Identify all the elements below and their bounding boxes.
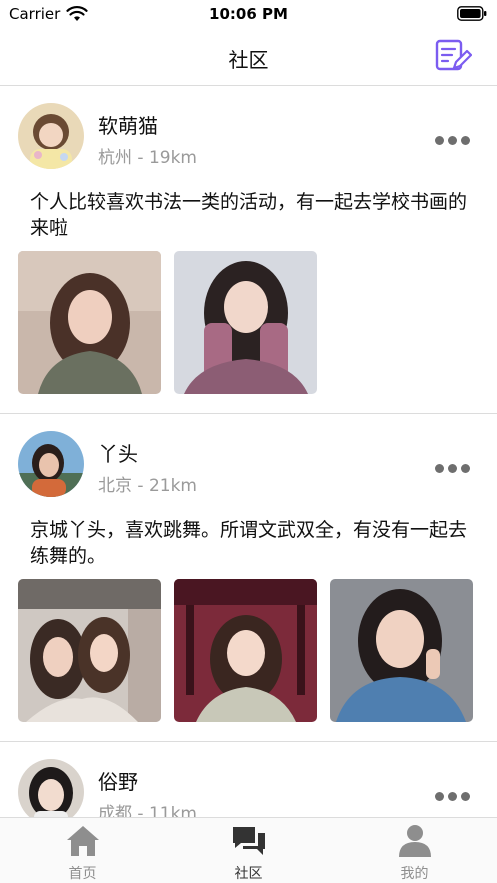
post-text: 个人比较喜欢书法一类的活动，有一起去学校书画的来啦 [30,191,468,239]
avatar[interactable] [18,431,84,497]
username[interactable]: 丫头 [98,438,138,467]
post-location-distance: 北京 - 21km [98,476,197,496]
avatar[interactable] [18,103,84,169]
post-card[interactable]: 软萌猫 杭州 - 19km 个人比较喜欢书法一类的活动，有一起去学校书画的来啦 [0,86,497,414]
post-card[interactable]: 俗野 成都 - 11km [0,742,497,817]
more-options-icon[interactable] [435,786,475,801]
status-time: 10:06 PM [209,5,288,23]
post-photo[interactable] [330,579,473,722]
post-photo[interactable] [174,251,317,394]
community-feed[interactable]: 软萌猫 杭州 - 19km 个人比较喜欢书法一类的活动，有一起去学校书画的来啦 [0,86,497,817]
page-title: 社区 [228,48,269,72]
tab-home[interactable]: 首页 [0,818,165,883]
post-text: 京城丫头，喜欢跳舞。所谓文武双全，有没有一起去练舞的。 [30,519,468,567]
tab-bar: 首页 社区 我的 [0,817,497,883]
tab-profile[interactable]: 我的 [332,818,497,883]
post-location-distance: 成都 - 11km [98,804,197,817]
status-bar: Carrier 10:06 PM [0,0,497,30]
chat-icon [166,824,331,858]
username[interactable]: 软萌猫 [98,110,158,139]
tab-label: 首页 [68,866,97,882]
more-options-icon[interactable] [435,130,475,145]
post-photo[interactable] [174,579,317,722]
profile-icon [332,824,497,858]
more-options-icon[interactable] [435,458,475,473]
compose-icon[interactable] [434,38,472,74]
tab-label: 社区 [234,866,263,882]
post-photo[interactable] [18,251,161,394]
tab-label: 我的 [400,866,429,882]
avatar[interactable] [18,759,84,817]
post-card[interactable]: 丫头 北京 - 21km 京城丫头，喜欢跳舞。所谓文武双全，有没有一起去练舞的。 [0,414,497,742]
username[interactable]: 俗野 [98,766,138,795]
tab-community[interactable]: 社区 [166,818,331,883]
navigation-bar: 社区 [0,30,497,86]
post-photo[interactable] [18,579,161,722]
battery-icon [457,6,487,21]
home-icon [0,824,165,858]
post-location-distance: 杭州 - 19km [98,148,197,168]
